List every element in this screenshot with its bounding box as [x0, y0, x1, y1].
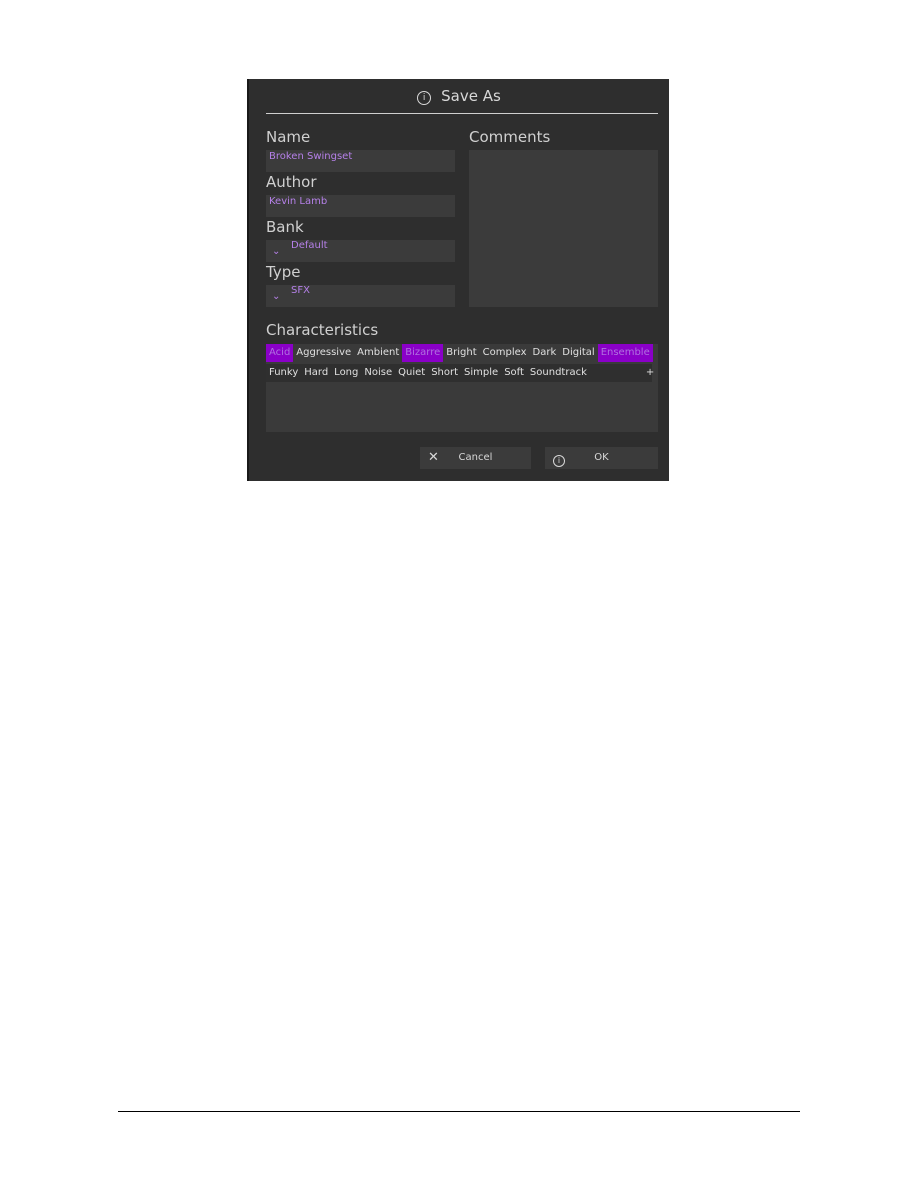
- tag-aggressive[interactable]: Aggressive: [293, 344, 354, 362]
- name-input[interactable]: Broken Swingset: [266, 150, 455, 172]
- divider: [266, 113, 658, 114]
- tag-quiet[interactable]: Quiet: [395, 364, 428, 382]
- author-label: Author: [266, 173, 317, 191]
- chevron-down-icon: ⌄: [272, 246, 281, 257]
- bank-label: Bank: [266, 218, 304, 236]
- tag-ambient[interactable]: Ambient: [354, 344, 402, 362]
- comments-label: Comments: [469, 128, 551, 146]
- tag-bizarre[interactable]: Bizarre: [402, 344, 444, 362]
- comments-textarea[interactable]: [469, 150, 658, 307]
- tag-soft[interactable]: Soft: [501, 364, 527, 382]
- tag-simple[interactable]: Simple: [461, 364, 501, 382]
- name-label: Name: [266, 128, 311, 146]
- author-input[interactable]: Kevin Lamb: [266, 195, 455, 217]
- tag-complex[interactable]: Complex: [480, 344, 530, 362]
- type-label: Type: [266, 263, 301, 281]
- tag-noise[interactable]: Noise: [361, 364, 395, 382]
- add-tag-button[interactable]: +: [622, 364, 678, 382]
- tag-row: Funky Hard Long Noise Quiet Short Simple Soft So…: [266, 364, 654, 382]
- bank-dropdown[interactable]: ⌄ Default: [266, 240, 455, 262]
- tag-dark[interactable]: Dark: [530, 344, 560, 362]
- tag-bright[interactable]: Bright: [443, 344, 479, 362]
- save-as-dialog: i Save As Name Broken Swingset Author Kev…: [247, 79, 669, 481]
- tag-soundtrack[interactable]: Soundtrack: [527, 364, 590, 382]
- tag-long[interactable]: Long: [331, 364, 361, 382]
- tag-short[interactable]: Short: [428, 364, 461, 382]
- ok-button[interactable]: i OK: [545, 447, 658, 469]
- tag-ensemble[interactable]: Ensemble: [597, 344, 653, 362]
- page-footer-rule: [118, 1111, 800, 1112]
- tag-digital[interactable]: Digital: [559, 344, 597, 362]
- tag-funky[interactable]: Funky: [266, 364, 301, 382]
- tag-hard[interactable]: Hard: [301, 364, 331, 382]
- tag-acid[interactable]: Acid: [266, 344, 294, 362]
- tag-row: Acid Aggressive Ambient Bizarre Bright Comple…: [266, 344, 653, 362]
- chevron-down-icon: ⌄: [272, 291, 281, 302]
- characteristics-label: Characteristics: [266, 321, 379, 339]
- type-dropdown[interactable]: ⌄ SFX: [266, 285, 455, 307]
- characteristics-area: Acid Aggressive Ambient Bizarre Bright Comple…: [266, 344, 658, 432]
- info-icon: i: [417, 91, 432, 105]
- dialog-title: i Save As: [249, 87, 669, 105]
- cancel-button[interactable]: ✕ Cancel: [420, 447, 531, 469]
